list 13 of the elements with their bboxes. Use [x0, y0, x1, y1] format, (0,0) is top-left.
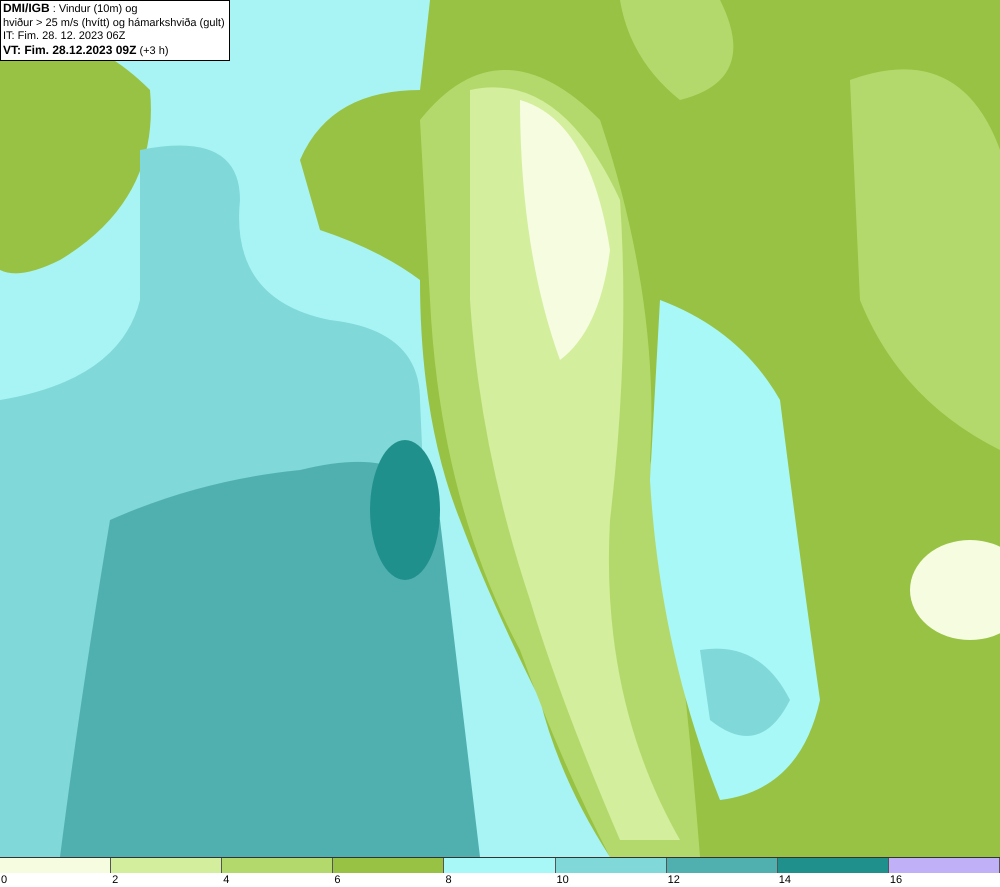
- legend-tick-label: 16: [890, 874, 902, 886]
- legend-tick-label: 6: [334, 874, 340, 886]
- info-text: DMI/IGB : Vindur (10m) og: [3, 2, 139, 16]
- info-text: hviður > 25 m/s (hvítt) og hámarkshviða (gult): [3, 16, 225, 30]
- legend-tick-label: 4: [223, 874, 230, 886]
- legend-tick-label: 12: [668, 874, 680, 886]
- info-text: VT: Fim. 28.12.2023 09Z (+3 h): [3, 44, 170, 58]
- legend-tick-label: 10: [556, 874, 569, 886]
- legend-tick-label: 8: [445, 874, 452, 886]
- legend-tick-label: 2: [112, 874, 118, 886]
- legend-tick-label: 0: [1, 874, 8, 886]
- info-text: IT: Fim. 28. 12. 2023 06Z: [3, 30, 126, 44]
- legend-tick-label: 14: [778, 874, 792, 886]
